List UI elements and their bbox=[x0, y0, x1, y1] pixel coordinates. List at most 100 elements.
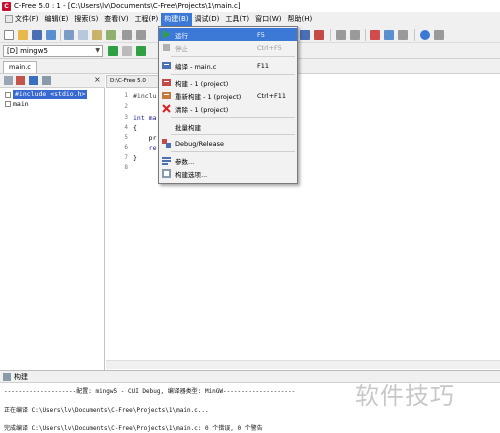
target-select[interactable]: [D] mingw5 ▼ bbox=[3, 45, 103, 57]
line-number: 8 bbox=[124, 164, 128, 171]
open-folder-icon[interactable] bbox=[18, 30, 28, 40]
cut-icon[interactable] bbox=[78, 30, 88, 40]
code-line: { bbox=[133, 124, 137, 132]
build-panel-title: 构建 bbox=[14, 373, 28, 381]
menu-build[interactable]: 构建(B) bbox=[161, 13, 192, 26]
line-number: 5 bbox=[124, 134, 128, 141]
save-all-icon[interactable] bbox=[46, 30, 56, 40]
sort-icon[interactable] bbox=[4, 76, 13, 85]
menu-item-debug-release[interactable]: Debug/Release bbox=[159, 137, 297, 150]
title-bar: C C-Free 5.0 : 1 - [C:\Users\lv\Document… bbox=[0, 0, 500, 12]
build-icon bbox=[162, 78, 171, 87]
undo-icon[interactable] bbox=[122, 30, 132, 40]
tree-item-main[interactable]: main bbox=[5, 99, 29, 108]
menu-edit[interactable]: 编辑(E) bbox=[42, 13, 72, 26]
code-line: re bbox=[133, 144, 157, 152]
find-icon[interactable] bbox=[370, 30, 380, 40]
class-view-icon[interactable] bbox=[29, 76, 38, 85]
bookmark-icon[interactable] bbox=[336, 30, 346, 40]
bookmark-next-icon[interactable] bbox=[350, 30, 360, 40]
menu-item-compile[interactable]: 编译 - main.c F11 bbox=[159, 59, 297, 72]
watermark: 软件技巧 bbox=[355, 382, 455, 410]
print-icon[interactable] bbox=[64, 30, 74, 40]
app-logo-icon: C bbox=[2, 1, 11, 11]
menu-help[interactable]: 帮助(H) bbox=[285, 13, 316, 26]
window-title: C-Free 5.0 : 1 - [C:\Users\lv\Documents\… bbox=[14, 2, 241, 10]
rebuild-icon bbox=[162, 91, 171, 100]
build-output-line: 正在编译 C:\Users\lv\Documents\C-Free\Projec… bbox=[4, 407, 209, 414]
menu-tools[interactable]: 工具(T) bbox=[222, 13, 252, 26]
replace-icon[interactable] bbox=[384, 30, 394, 40]
menu-item-params[interactable]: 参数... bbox=[159, 154, 297, 167]
more-icon[interactable] bbox=[434, 30, 444, 40]
build-panel-icon bbox=[3, 373, 11, 381]
help-icon[interactable] bbox=[420, 30, 430, 40]
close-icon[interactable]: × bbox=[94, 75, 102, 85]
menu-separator bbox=[171, 151, 295, 152]
tree-node-icon bbox=[5, 100, 11, 107]
tree-item-include[interactable]: #include <stdio.h> bbox=[5, 90, 88, 99]
line-number: 6 bbox=[124, 144, 128, 151]
menu-separator bbox=[171, 117, 295, 118]
build-output-line: 完成编译 C:\Users\lv\Documents\C-Free\Projec… bbox=[4, 425, 263, 432]
run-toolbar-icon[interactable] bbox=[108, 46, 118, 56]
chevron-down-icon: ▼ bbox=[95, 47, 100, 54]
params-icon bbox=[162, 156, 171, 165]
code-line: } bbox=[133, 154, 137, 162]
horizontal-scrollbar[interactable] bbox=[106, 360, 500, 369]
redo-icon[interactable] bbox=[136, 30, 146, 40]
file-view-icon[interactable] bbox=[42, 76, 51, 85]
toolbar-separator bbox=[365, 29, 366, 41]
build-output-line: --------------------配置: mingw5 - CUI Deb… bbox=[4, 388, 296, 395]
menu-bar: 文件(F) 编辑(E) 搜索(S) 查看(V) 工程(P) 构建(B) 调试(D… bbox=[0, 12, 500, 27]
stop-toolbar-icon[interactable] bbox=[122, 46, 132, 56]
new-file-icon[interactable] bbox=[4, 30, 14, 40]
toolbar-separator bbox=[60, 29, 61, 41]
compile-toolbar-icon[interactable] bbox=[300, 30, 310, 40]
line-number: 7 bbox=[124, 154, 128, 161]
line-number: 2 bbox=[124, 103, 128, 110]
menu-debug[interactable]: 调试(D) bbox=[192, 13, 223, 26]
code-line: #inclu bbox=[133, 92, 157, 100]
run-icon bbox=[162, 30, 171, 39]
build-options-icon bbox=[162, 169, 171, 178]
compile-icon bbox=[162, 61, 171, 70]
menu-search[interactable]: 搜索(S) bbox=[71, 13, 101, 26]
menu-separator bbox=[171, 56, 295, 57]
code-line: pr bbox=[133, 134, 157, 142]
tree-node-icon bbox=[5, 91, 11, 98]
menu-view[interactable]: 查看(V) bbox=[101, 13, 131, 26]
menu-item-batch-build[interactable]: 批量构建 bbox=[159, 120, 297, 133]
toolbar-separator bbox=[330, 29, 331, 41]
file-tab[interactable]: main.c bbox=[3, 61, 37, 73]
menu-item-rebuild[interactable]: 重新构建 - 1 (project) Ctrl+F11 bbox=[159, 89, 297, 102]
menu-item-run[interactable]: 运行 F5 bbox=[159, 28, 297, 41]
stop-icon bbox=[162, 43, 171, 52]
menu-separator bbox=[171, 134, 295, 135]
debug-release-icon bbox=[162, 139, 171, 148]
menu-item-build[interactable]: 构建 - 1 (project) bbox=[159, 76, 297, 89]
toolbar-separator bbox=[414, 29, 415, 41]
target-select-value: [D] mingw5 bbox=[7, 47, 48, 55]
menu-project[interactable]: 工程(P) bbox=[132, 13, 162, 26]
editor-tab[interactable]: D:\C-Free 5.0 bbox=[106, 75, 166, 88]
menu-item-stop[interactable]: 停止 Ctrl+F5 bbox=[159, 41, 297, 54]
project-pane-toolbar bbox=[0, 74, 105, 88]
build-toolbar-icon[interactable] bbox=[314, 30, 324, 40]
code-line: int ma bbox=[133, 114, 157, 122]
paste-icon[interactable] bbox=[106, 30, 116, 40]
project-pane bbox=[0, 74, 105, 370]
menu-item-build-options[interactable]: 构建选项... bbox=[159, 167, 297, 180]
menu-window[interactable]: 窗口(W) bbox=[252, 13, 284, 26]
debug-toolbar-icon[interactable] bbox=[136, 46, 146, 56]
save-icon[interactable] bbox=[32, 30, 42, 40]
line-number: 1 bbox=[124, 92, 128, 99]
menu-item-clean[interactable]: 清除 - 1 (project) bbox=[159, 102, 297, 115]
clean-icon bbox=[162, 104, 171, 113]
filter-icon[interactable] bbox=[16, 76, 25, 85]
copy-icon[interactable] bbox=[92, 30, 102, 40]
menu-file[interactable]: 文件(F) bbox=[5, 13, 42, 26]
line-number: 3 bbox=[124, 114, 128, 121]
goto-icon[interactable] bbox=[398, 30, 408, 40]
menu-separator bbox=[171, 74, 295, 75]
